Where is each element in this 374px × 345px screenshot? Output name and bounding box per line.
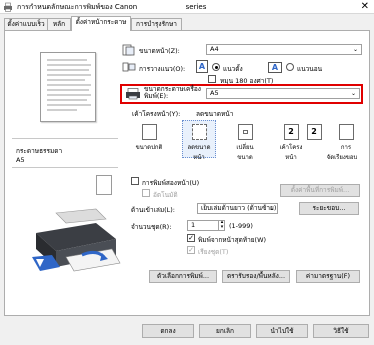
duplex-auto-label: อัตโนมัติ	[153, 191, 178, 199]
copies-range: (1-999)	[229, 222, 253, 230]
orientation-icon	[122, 62, 136, 72]
tab-main[interactable]: หลัก	[47, 18, 71, 30]
layout-scaled-button[interactable]: เปลี่ยนขนาด	[228, 120, 262, 161]
apply-button[interactable]: นำไปใช้	[256, 324, 308, 338]
normal-size-icon	[141, 124, 157, 140]
page-size-label: ขนาดหน้า(Z):	[139, 47, 180, 55]
margin-button[interactable]: ระยะขอบ...	[299, 202, 359, 215]
chevron-down-icon: ⌄	[268, 205, 274, 212]
page-size-value: A4	[210, 45, 219, 53]
duplex-checkbox[interactable]	[131, 177, 139, 185]
tab-maintenance[interactable]: การบำรุงรักษา	[131, 18, 182, 30]
layout-fit-button[interactable]: ลดขนาดหน้า	[182, 120, 216, 161]
portrait-icon: A	[196, 60, 208, 73]
page-size-icon	[122, 44, 135, 56]
chevron-down-icon: ⌄	[352, 46, 358, 53]
print-area-setup-button[interactable]: ตั้งค่าพื้นที่การพิมพ์...	[280, 184, 360, 197]
landscape-label: แนวนอน	[297, 65, 323, 73]
paper-preview	[96, 175, 112, 195]
divider	[12, 167, 118, 168]
layout-current: ลดขนาดหน้า	[196, 110, 234, 118]
media-size-value: A5	[16, 156, 25, 164]
last-page-label: พิมพ์จากหน้าสุดท้าย(W)	[198, 236, 267, 244]
defaults-button[interactable]: ค่ามาตรฐาน(F)	[296, 270, 360, 283]
booklet-icon	[338, 124, 354, 140]
layout-booklet-button[interactable]: การ จัดเรียงขอบ	[327, 120, 362, 161]
title-bar: การกำหนดลักษณะการพิมพ์ของ Canon series ✕	[0, 0, 374, 14]
stapling-label: ด้านเข้าเล่ม(L):	[131, 206, 176, 214]
last-page-checkbox[interactable]: ✓	[187, 234, 195, 242]
tab-page-setup[interactable]: ตั้งค่าหน้ากระดาษ	[71, 16, 131, 31]
stapling-value: เย็บเล่มด้านยาว (ด้านซ้าย)	[201, 204, 277, 212]
ok-button[interactable]: ตกลง	[142, 324, 194, 338]
rotate-180-checkbox[interactable]	[208, 75, 216, 83]
tab-quick-setup[interactable]: ตั้งค่าแบบเร็ว	[4, 18, 48, 30]
layout-normal-button[interactable]: ขนาดปกติ	[132, 120, 166, 158]
copies-spinner[interactable]: ▴ ▾	[218, 220, 225, 231]
window-title: การกำหนดลักษณะการพิมพ์ของ Canon series	[17, 3, 207, 11]
layout-label: เค้าโครงหน้า(Y):	[132, 110, 181, 118]
chevron-down-icon: ⌄	[350, 90, 356, 97]
page-layout-icon: 2	[283, 124, 299, 140]
close-icon[interactable]: ✕	[361, 1, 369, 13]
portrait-label: แนวตั้ง	[223, 65, 243, 73]
printer-paper-icon	[126, 88, 140, 100]
stapling-select[interactable]: เย็บเล่มด้านยาว (ด้านซ้าย) ⌄	[197, 203, 278, 214]
help-button[interactable]: วิธีใช้	[313, 324, 369, 338]
scaled-icon	[237, 124, 253, 140]
printer-illustration	[32, 208, 121, 272]
tiling-icon: 2	[306, 124, 322, 140]
stamp-background-button[interactable]: ตรารับรอง/พื้นหลัง...	[222, 270, 290, 283]
collate-checkbox[interactable]: ✓	[187, 246, 195, 254]
portrait-radio[interactable]	[212, 63, 220, 71]
divider	[12, 138, 118, 139]
duplex-auto-checkbox[interactable]	[142, 189, 150, 197]
printer-paper-value: A5	[210, 89, 219, 97]
landscape-radio[interactable]	[286, 63, 294, 71]
duplex-label: การพิมพ์สองหน้า(U)	[142, 179, 200, 187]
copies-label: จำนวนชุด(R):	[131, 223, 172, 231]
printer-paper-select[interactable]: A5 ⌄	[206, 88, 360, 99]
printer-app-icon	[4, 2, 12, 12]
page-preview	[40, 52, 96, 122]
collate-label: เรียงชุด(T)	[198, 248, 229, 256]
fit-to-page-icon	[191, 124, 207, 140]
copies-value: 1	[191, 221, 196, 229]
print-options-button[interactable]: ตัวเลือกการพิมพ์...	[149, 270, 217, 283]
landscape-icon: A	[268, 62, 282, 73]
page-size-select[interactable]: A4 ⌄	[206, 44, 362, 55]
cancel-button[interactable]: ยกเลิก	[199, 324, 251, 338]
printer-paper-label: ขนาดกระดาษเครื่อง พิมพ์(E):	[144, 85, 201, 100]
media-type-label: กระดาษธรรมดา	[16, 147, 63, 155]
orientation-label: การวางแนว(O):	[139, 65, 186, 73]
